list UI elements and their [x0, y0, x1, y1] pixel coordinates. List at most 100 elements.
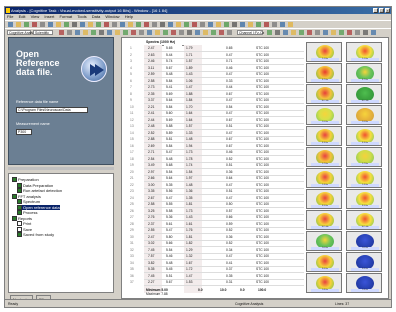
table-cell[interactable]: 5.55 — [166, 202, 172, 206]
table-cell[interactable]: 5.46 — [166, 254, 172, 258]
table-cell[interactable]: 0.46 — [226, 66, 232, 70]
table-cell[interactable]: STC 100 — [256, 85, 269, 89]
table-cell[interactable]: 0.64 — [226, 176, 232, 180]
table-cell[interactable]: STC 100 — [256, 196, 269, 200]
analysis-toolbar-icon[interactable] — [315, 30, 320, 35]
table-cell[interactable]: 0.51 — [226, 124, 232, 128]
table-cell[interactable]: 5.47 — [166, 196, 172, 200]
toolbar-icon[interactable] — [104, 22, 109, 27]
table-cell[interactable]: 3.49 — [148, 163, 154, 167]
table-cell[interactable]: 1.89 — [186, 66, 192, 70]
tree-item[interactable]: Print — [17, 221, 31, 227]
analysis-toolbar-icon[interactable] — [283, 30, 288, 35]
table-cell[interactable]: 1.64 — [186, 118, 192, 122]
toolbar-icon[interactable] — [24, 22, 29, 27]
table-cell[interactable]: STC 100 — [256, 124, 269, 128]
table-cell[interactable]: 0.52 — [226, 241, 232, 245]
toolbar-icon[interactable] — [184, 22, 189, 27]
table-cell[interactable]: 1.29 — [186, 248, 192, 252]
topomap-thumbnail[interactable]: 8.3 Hz — [306, 126, 342, 146]
topomap-thumbnail[interactable]: 8.9 Hz — [306, 189, 342, 209]
topomap-thumbnail[interactable]: 10.5 Hz — [346, 210, 382, 230]
menu-view[interactable]: View — [31, 14, 40, 19]
topomap-thumbnail[interactable]: 10.2 Hz — [306, 84, 342, 104]
analysis-toolbar-icon[interactable] — [155, 30, 160, 35]
table-cell[interactable]: 0.47 — [226, 131, 232, 135]
topomap-thumbnail[interactable]: 8.9 Hz — [346, 189, 382, 209]
table-cell[interactable]: 5.64 — [166, 98, 172, 102]
table-cell[interactable]: 0.67 — [226, 137, 232, 141]
analysis-toolbar-icon[interactable] — [107, 30, 112, 35]
toolbar-icon[interactable] — [80, 22, 85, 27]
table-cell[interactable]: 0.47 — [226, 196, 232, 200]
table-cell[interactable]: STC 100 — [256, 202, 269, 206]
table-cell[interactable]: 5.88 — [166, 124, 172, 128]
table-cell[interactable]: 7.45 — [148, 274, 154, 278]
topomap-thumbnail[interactable]: 8.7 Hz — [306, 63, 342, 83]
table-cell[interactable]: STC 100 — [256, 170, 269, 174]
table-cell[interactable]: 2.55 — [148, 228, 154, 232]
table-cell[interactable]: 2.27 — [148, 280, 154, 284]
toolbar-icon[interactable] — [72, 22, 77, 27]
table-cell[interactable]: STC 100 — [256, 92, 269, 96]
analysis-toolbar-icon[interactable] — [371, 30, 376, 35]
analysis-toolbar-icon[interactable] — [195, 30, 200, 35]
toolbar-icon[interactable] — [88, 22, 93, 27]
toolbar-icon[interactable] — [224, 22, 229, 27]
tree-item[interactable]: FFT analysis — [12, 194, 41, 199]
table-cell[interactable]: 5.65 — [166, 46, 172, 50]
table-cell[interactable]: STC 100 — [256, 215, 269, 219]
analysis-toolbar-icon[interactable] — [171, 30, 176, 35]
table-cell[interactable]: 0.34 — [226, 248, 232, 252]
table-cell[interactable]: 0.37 — [226, 267, 232, 271]
table-cell[interactable]: 1.84 — [186, 98, 192, 102]
table-cell[interactable]: 5.47 — [166, 150, 172, 154]
menu-file[interactable]: File — [7, 14, 13, 19]
table-cell[interactable]: 1.61 — [186, 222, 192, 226]
table-cell[interactable]: 5.41 — [166, 85, 172, 89]
analysis-toolbar-icon[interactable] — [179, 30, 184, 35]
table-cell[interactable]: 0.33 — [226, 79, 232, 83]
tree-item[interactable]: Spectrum — [17, 199, 40, 205]
table-cell[interactable]: 1.36 — [186, 189, 192, 193]
analysis-toolbar-icon[interactable] — [59, 30, 64, 35]
toolbar-icon[interactable] — [216, 22, 221, 27]
analysis-toolbar-icon[interactable] — [91, 30, 96, 35]
table-selector[interactable]: Cognitive Analysis — [7, 30, 37, 35]
analysis-toolbar-icon[interactable] — [323, 30, 328, 35]
table-cell[interactable]: STC 100 — [256, 183, 269, 187]
table-cell[interactable]: 5.48 — [166, 157, 172, 161]
table-cell[interactable]: 2.58 — [148, 202, 154, 206]
tree-item[interactable]: Run artefact detection — [17, 188, 62, 194]
table-cell[interactable]: STC 100 — [256, 111, 269, 115]
table-cell[interactable]: 2.44 — [148, 118, 154, 122]
toolbar-icon[interactable] — [120, 22, 125, 27]
table-cell[interactable]: 5.84 — [166, 144, 172, 148]
table-cell[interactable]: 5.69 — [166, 118, 172, 122]
toolbar-icon[interactable] — [240, 22, 245, 27]
table-cell[interactable]: 5.48 — [166, 72, 172, 76]
toolbar-icon[interactable] — [160, 22, 165, 27]
analysis-toolbar-icon[interactable] — [355, 30, 360, 35]
toolbar-icon[interactable] — [16, 22, 21, 27]
analysis-toolbar-icon[interactable] — [83, 30, 88, 35]
table-cell[interactable]: 0.36 — [226, 235, 232, 239]
table-cell[interactable]: STC 100 — [256, 150, 269, 154]
table-cell[interactable]: 2.66 — [148, 176, 154, 180]
table-cell[interactable]: 0.51 — [226, 189, 232, 193]
table-cell[interactable]: STC 100 — [256, 248, 269, 252]
topomap-thumbnail[interactable]: 8.6 Hz — [346, 252, 382, 272]
tree-item[interactable]: Saved from study — [17, 232, 54, 238]
table-cell[interactable]: 5.67 — [166, 66, 172, 70]
table-cell[interactable]: 1.47 — [186, 274, 192, 278]
table-cell[interactable]: 1.81 — [186, 202, 192, 206]
table-cell[interactable]: 1.72 — [186, 267, 192, 271]
menu-data[interactable]: Data — [92, 14, 100, 19]
view-selector[interactable]: Scientific — [33, 30, 53, 35]
table-cell[interactable]: STC 100 — [256, 79, 269, 83]
table-cell[interactable]: 0.67 — [226, 92, 232, 96]
table-cell[interactable]: 1.94 — [186, 144, 192, 148]
analysis-toolbar-icon[interactable] — [299, 30, 304, 35]
menu-help[interactable]: Help — [125, 14, 133, 19]
table-cell[interactable]: 1.64 — [186, 111, 192, 115]
